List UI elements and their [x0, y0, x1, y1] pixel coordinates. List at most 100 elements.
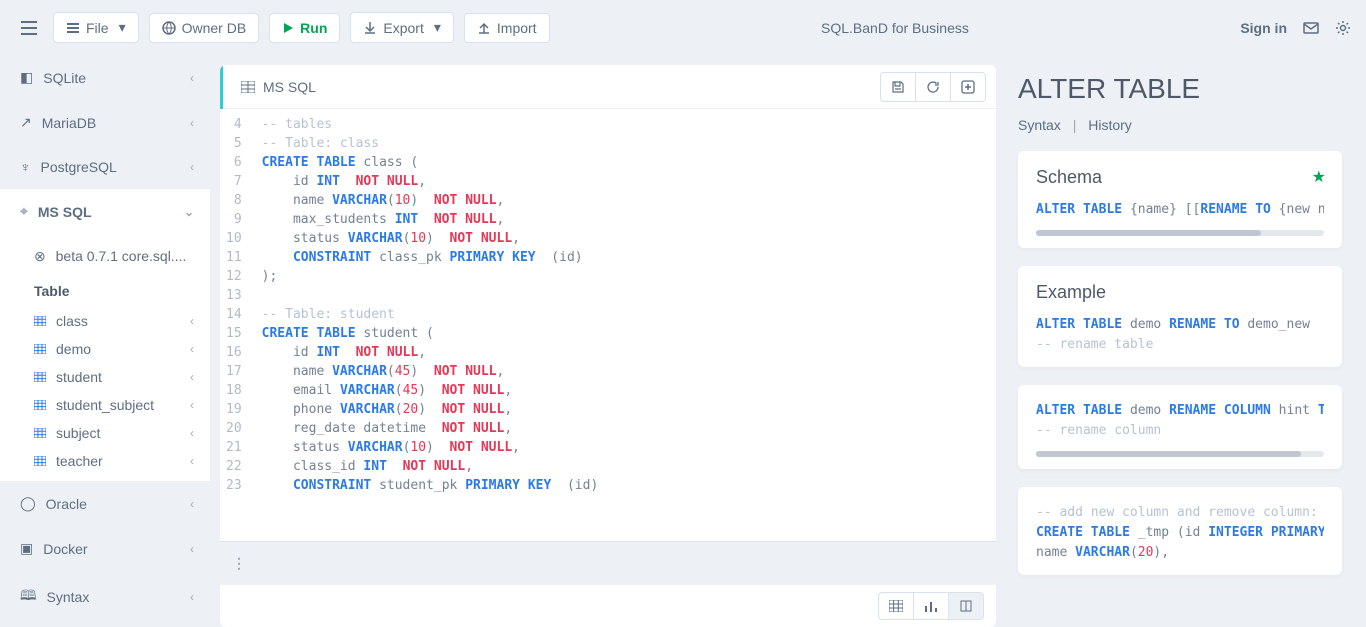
chevron-left-icon: ‹ [190, 590, 194, 604]
sidebar-subpanel: ⊗ beta 0.7.1 core.sql.... Table class‹de… [0, 234, 210, 481]
settings-button[interactable] [1335, 20, 1351, 36]
caret-down-icon: ▾ [434, 19, 441, 36]
example-card-1: Example ALTER TABLE demo RENAME TO demo_… [1018, 266, 1342, 367]
chevron-left-icon: ‹ [190, 116, 194, 130]
sidebar-table-heading: Table [0, 273, 210, 307]
play-icon [282, 22, 294, 34]
example-snippet: -- add new column and remove column:CREA… [1036, 503, 1324, 563]
table-name: teacher [56, 453, 103, 469]
table-name: subject [56, 425, 100, 441]
main-area: ◧ SQLite ‹ ↗ MariaDB ‹ ♆ PostgreSQL ‹ ⌖ … [0, 55, 1366, 627]
bar-chart-icon [924, 600, 938, 612]
caret-down-icon: ▾ [119, 19, 126, 36]
editor-tab-mssql[interactable]: MS SQL [220, 65, 334, 109]
sidebar-db-docker[interactable]: ▣ Docker ‹ [0, 526, 210, 571]
line-gutter: 4567891011121314151617181920212223 [220, 109, 252, 541]
tab-history[interactable]: History [1088, 117, 1132, 133]
database-icon: ↗ [20, 114, 32, 131]
db-label: Oracle [46, 496, 87, 512]
mail-icon [1303, 21, 1319, 35]
save-icon [891, 80, 905, 94]
table-icon [34, 456, 46, 466]
table-item-demo[interactable]: demo‹ [0, 335, 210, 363]
database-icon: ♆ [20, 159, 31, 175]
gear-icon [1335, 20, 1351, 36]
sidebar-db-mariadb[interactable]: ↗ MariaDB ‹ [0, 100, 210, 145]
scrollbar[interactable] [1036, 230, 1324, 236]
hamburger-icon [21, 21, 37, 35]
file-name: beta 0.7.1 core.sql.... [56, 248, 187, 264]
upload-icon [477, 21, 491, 35]
sidebar-db-oracle[interactable]: ◯ Oracle ‹ [0, 481, 210, 526]
owner-db-button[interactable]: Owner DB [149, 13, 260, 43]
chevron-left-icon: ‹ [190, 314, 194, 328]
file-menu-label: File [86, 20, 109, 36]
chart-view-button[interactable] [914, 592, 949, 620]
database-icon: ◧ [20, 69, 33, 86]
import-button[interactable]: Import [464, 13, 550, 43]
table-item-student_subject[interactable]: student_subject‹ [0, 391, 210, 419]
scrollbar[interactable] [1036, 451, 1324, 457]
database-icon: ⌖ [20, 203, 28, 220]
table-icon [34, 400, 46, 410]
book-view-button[interactable] [949, 592, 984, 620]
editor-actions [880, 72, 986, 102]
chevron-down-icon: ⌄ [184, 205, 194, 219]
chevron-left-icon: ‹ [190, 398, 194, 412]
save-button[interactable] [880, 72, 916, 102]
tab-separator: | [1073, 117, 1077, 133]
chevron-left-icon: ‹ [190, 426, 194, 440]
top-right: Sign in [1240, 20, 1351, 36]
table-name: demo [56, 341, 91, 357]
refresh-button[interactable] [916, 72, 951, 102]
chevron-left-icon: ‹ [190, 542, 194, 556]
right-panel-title: ALTER TABLE [1018, 73, 1342, 105]
sidebar: ◧ SQLite ‹ ↗ MariaDB ‹ ♆ PostgreSQL ‹ ⌖ … [0, 55, 210, 627]
table-item-student[interactable]: student‹ [0, 363, 210, 391]
stack-icon [66, 21, 80, 35]
sidebar-db-postgresql[interactable]: ♆ PostgreSQL ‹ [0, 145, 210, 189]
db-label: PostgreSQL [41, 159, 117, 175]
right-panel-tabs: Syntax | History [1018, 117, 1342, 133]
example-card-3: -- add new column and remove column:CREA… [1018, 487, 1342, 575]
table-icon [34, 428, 46, 438]
book-icon: 🕮 [20, 585, 37, 609]
schema-snippet: ALTER TABLE {name} [[RENAME TO {new na [1036, 200, 1324, 220]
code-content[interactable]: -- tables-- Table: classCREATE TABLE cla… [252, 109, 609, 541]
owner-db-label: Owner DB [182, 20, 247, 36]
export-label: Export [383, 20, 423, 36]
db-label: MS SQL [38, 204, 92, 220]
sidebar-db-sqlite[interactable]: ◧ SQLite ‹ [0, 55, 210, 100]
sidebar-db-syntax[interactable]: 🕮 Syntax ‹ [0, 571, 210, 623]
tab-syntax[interactable]: Syntax [1018, 117, 1061, 133]
chevron-left-icon: ‹ [190, 71, 194, 85]
close-icon[interactable]: ⊗ [34, 248, 46, 264]
db-label: Docker [43, 541, 87, 557]
sidebar-open-file[interactable]: ⊗ beta 0.7.1 core.sql.... [0, 240, 210, 273]
export-button[interactable]: Export ▾ [350, 12, 454, 43]
table-item-teacher[interactable]: teacher ‹ [0, 447, 210, 475]
run-button[interactable]: Run [269, 13, 340, 43]
menu-button[interactable] [15, 15, 43, 41]
chevron-left-icon: ‹ [190, 370, 194, 384]
center-column: MS SQL 456789101112131415161718192021222… [210, 55, 1006, 627]
example-card-2: ALTER TABLE demo RENAME COLUMN hint TO -… [1018, 385, 1342, 469]
editor-tabs: MS SQL [220, 65, 996, 109]
table-item-subject[interactable]: subject ‹ [0, 419, 210, 447]
add-button[interactable] [951, 72, 986, 102]
grid-view-button[interactable] [878, 592, 914, 620]
brand-title: SQL.BanD for Business [560, 20, 1231, 36]
results-bar[interactable]: ⋮ [220, 541, 996, 585]
table-item-class[interactable]: class‹ [0, 307, 210, 335]
drag-handle-icon[interactable]: ⋮ [232, 555, 246, 572]
code-editor[interactable]: 4567891011121314151617181920212223 -- ta… [220, 109, 996, 541]
table-icon [241, 81, 255, 93]
mail-button[interactable] [1303, 21, 1319, 35]
sign-in-link[interactable]: Sign in [1240, 20, 1287, 36]
file-menu-button[interactable]: File ▾ [53, 12, 139, 43]
editor-card: MS SQL 456789101112131415161718192021222… [220, 65, 996, 585]
star-icon[interactable]: ★ [1312, 167, 1326, 187]
right-panel: ALTER TABLE Syntax | History ★ Schema AL… [1006, 55, 1366, 627]
chevron-left-icon: ‹ [190, 454, 194, 468]
sidebar-db-mssql[interactable]: ⌖ MS SQL ⌄ [0, 189, 210, 234]
